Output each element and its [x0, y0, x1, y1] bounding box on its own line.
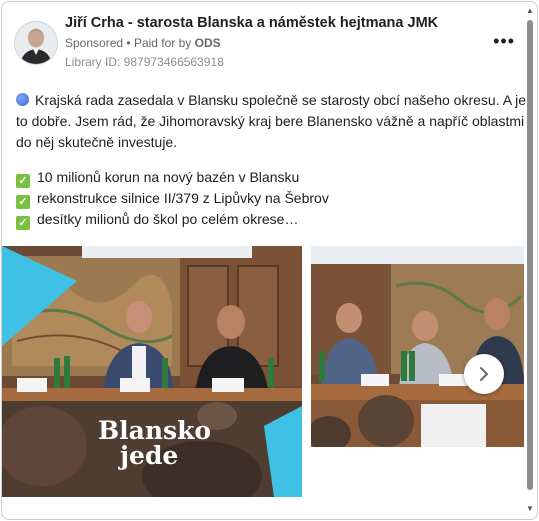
ad-post-card: Jiří Crha - starosta Blanska a náměstek …: [1, 1, 538, 520]
separator-dot: •: [126, 36, 131, 50]
scroll-down-arrow-icon[interactable]: ▼: [525, 504, 535, 514]
image-carousel: Blansko jede: [2, 246, 537, 501]
blansko-jede-logo: Blansko jede: [98, 416, 212, 470]
checklist: ✓ 10 milionů korun na nový bazén v Blansk…: [16, 167, 526, 230]
scroll-up-arrow-icon[interactable]: ▲: [525, 6, 535, 16]
chevron-right-icon: [480, 367, 488, 381]
check-mark-icon: ✓: [16, 174, 30, 188]
vertical-scrollbar[interactable]: ▲ ▼: [525, 6, 535, 514]
paragraph-line: to dobře. Jsem rád, že Jihomoravský kraj…: [16, 113, 525, 129]
check-mark-icon: ✓: [16, 195, 30, 209]
sponsor-line: Sponsored • Paid for by ODS: [65, 36, 221, 50]
scrollbar-thumb[interactable]: [527, 20, 533, 490]
sponsored-label: Sponsored: [65, 36, 124, 50]
paid-for-label: Paid for by: [133, 36, 192, 50]
paragraph: Krajská rada zasedala v Blansku společně…: [16, 90, 526, 153]
carousel-next-button[interactable]: [464, 354, 504, 394]
list-item: ✓ desítky milionů do škol po celém okrese…: [16, 209, 526, 230]
list-item: ✓ rekonstrukce silnice II/379 z Lipůvky n…: [16, 188, 526, 209]
page-name-link[interactable]: Jiří Crha - starosta Blanska a náměstek …: [65, 15, 438, 31]
more-options-icon[interactable]: •••: [493, 31, 515, 52]
library-id: Library ID: 987973466563918: [65, 55, 224, 69]
paragraph-line: do něj skutečně investuje.: [16, 134, 178, 150]
post-body: Krajská rada zasedala v Blansku společně…: [16, 90, 526, 230]
paid-for-by-name: ODS: [194, 36, 221, 50]
list-item: ✓ 10 milionů korun na nový bazén v Blansk…: [16, 167, 526, 188]
blue-circle-icon: [16, 93, 29, 106]
paragraph-line: Krajská rada zasedala v Blansku společně…: [35, 92, 527, 108]
check-mark-icon: ✓: [16, 216, 30, 230]
carousel-image-1[interactable]: Blansko jede: [2, 246, 302, 497]
page-avatar[interactable]: [14, 21, 58, 65]
carousel-image-2[interactable]: [311, 246, 524, 447]
